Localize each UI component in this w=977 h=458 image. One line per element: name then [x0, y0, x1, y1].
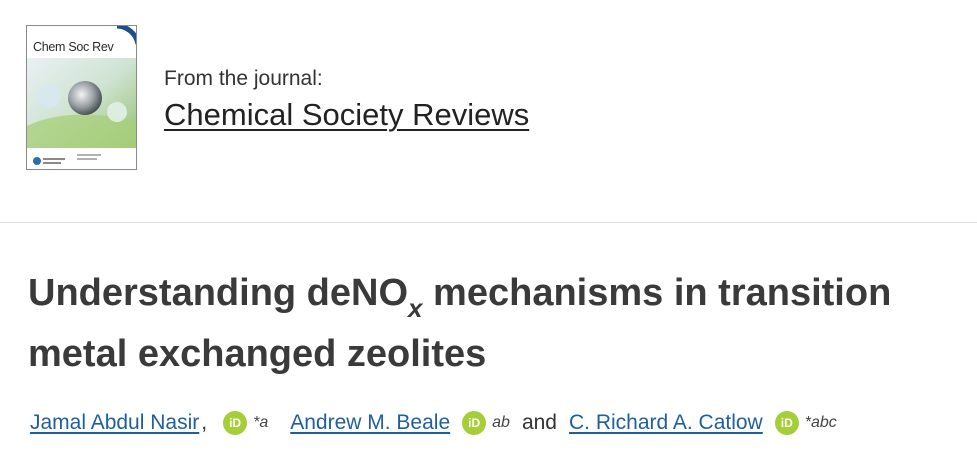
- orcid-icon[interactable]: iD: [223, 411, 248, 435]
- cover-title: Chem Soc Rev: [33, 40, 114, 54]
- orcid-icon[interactable]: iD: [462, 411, 487, 435]
- affiliation-marker: ab: [492, 414, 510, 431]
- author-separator-and: and: [521, 411, 557, 434]
- author-link-beale[interactable]: Andrew M. Beale: [290, 411, 450, 435]
- author-link-catlow[interactable]: C. Richard A. Catlow: [569, 411, 763, 435]
- journal-cover-image[interactable]: Chem Soc Rev: [26, 25, 137, 170]
- article-title-subscript: x: [408, 293, 423, 323]
- author-list: Jamal Abdul Nasir , iD *a Andrew M. Beal…: [30, 405, 837, 441]
- author-link-nasir[interactable]: Jamal Abdul Nasir: [30, 411, 199, 435]
- section-divider: [0, 222, 977, 223]
- affiliation-marker: *a: [253, 414, 269, 431]
- article-title-part1: Understanding deNO: [28, 272, 409, 314]
- journal-info: From the journal: Chemical Society Revie…: [164, 66, 529, 134]
- from-journal-label: From the journal:: [164, 67, 323, 90]
- affiliation-marker: *abc: [804, 414, 837, 431]
- author-separator-comma: ,: [201, 411, 208, 434]
- journal-name-link[interactable]: Chemical Society Reviews: [164, 96, 529, 134]
- orcid-icon[interactable]: iD: [774, 411, 799, 435]
- article-title: Understanding deNOx mechanisms in transi…: [28, 270, 968, 377]
